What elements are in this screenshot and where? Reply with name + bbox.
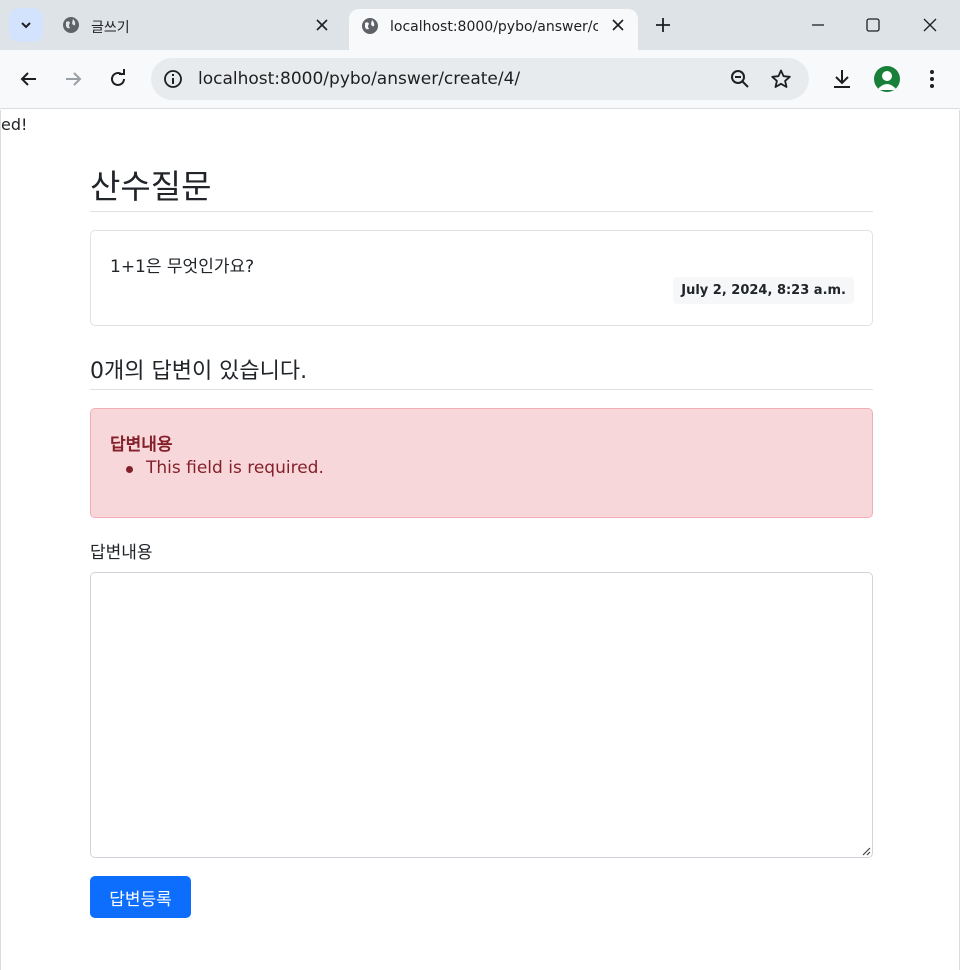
error-field-label: 답변내용 [110,435,173,455]
forward-arrow-icon[interactable] [61,67,85,91]
content-textarea[interactable] [90,572,873,858]
stray-text: ed! [1,115,28,134]
maximize-icon[interactable] [862,14,884,36]
page-viewport: ed! 산수질문 1+1은 무엇인가요? July 2, 2024, 8:23 … [0,110,960,970]
chevron-down-icon [21,22,31,29]
submit-answer-button[interactable]: 답변등록 [90,876,191,918]
more-menu-icon[interactable] [920,67,944,91]
tab-strip: 글쓰기 localhost:8000/pybo/answer/create/4/ [0,0,960,50]
window-close-icon[interactable] [919,14,941,36]
new-tab-plus-icon[interactable] [652,14,674,36]
question-card: 1+1은 무엇인가요? July 2, 2024, 8:23 a.m. [90,230,873,326]
url-text[interactable]: localhost:8000/pybo/answer/create/4/ [198,69,520,89]
address-bar[interactable]: localhost:8000/pybo/answer/create/4/ [151,58,809,100]
browser-toolbar: localhost:8000/pybo/answer/create/4/ [0,50,960,109]
divider [90,211,873,212]
question-content: 1+1은 무엇인가요? [110,257,255,277]
content-label: 답변내용 [90,543,153,563]
zoom-out-icon[interactable] [729,68,751,90]
tab-write[interactable]: 글쓰기 [50,0,342,50]
answer-count-heading: 0개의 답변이 있습니다. [90,359,308,384]
globe-icon [63,17,79,33]
globe-icon [362,18,378,34]
download-icon[interactable] [830,67,854,91]
question-subject: 산수질문 [90,167,212,206]
profile-avatar-icon[interactable] [874,66,900,92]
divider [90,389,873,390]
tab-search-button[interactable] [9,8,43,42]
site-info-icon[interactable] [163,69,183,89]
back-arrow-icon[interactable] [17,67,41,91]
resize-grip-icon[interactable] [859,844,871,856]
error-message: This field is required. [146,458,324,478]
close-icon[interactable] [610,17,626,33]
question-date-badge: July 2, 2024, 8:23 a.m. [673,277,854,304]
close-icon[interactable] [314,17,330,33]
minimize-icon[interactable] [807,14,829,36]
tab-title: 글쓰기 [91,20,130,36]
reload-icon[interactable] [106,67,130,91]
bullet-icon [126,466,133,473]
bookmark-star-icon[interactable] [770,68,792,90]
error-alert: 답변내용 This field is required. [90,408,873,518]
tab-title: localhost:8000/pybo/answer/create/4/ [390,19,598,35]
tab-answer-create[interactable]: localhost:8000/pybo/answer/create/4/ [349,9,638,50]
